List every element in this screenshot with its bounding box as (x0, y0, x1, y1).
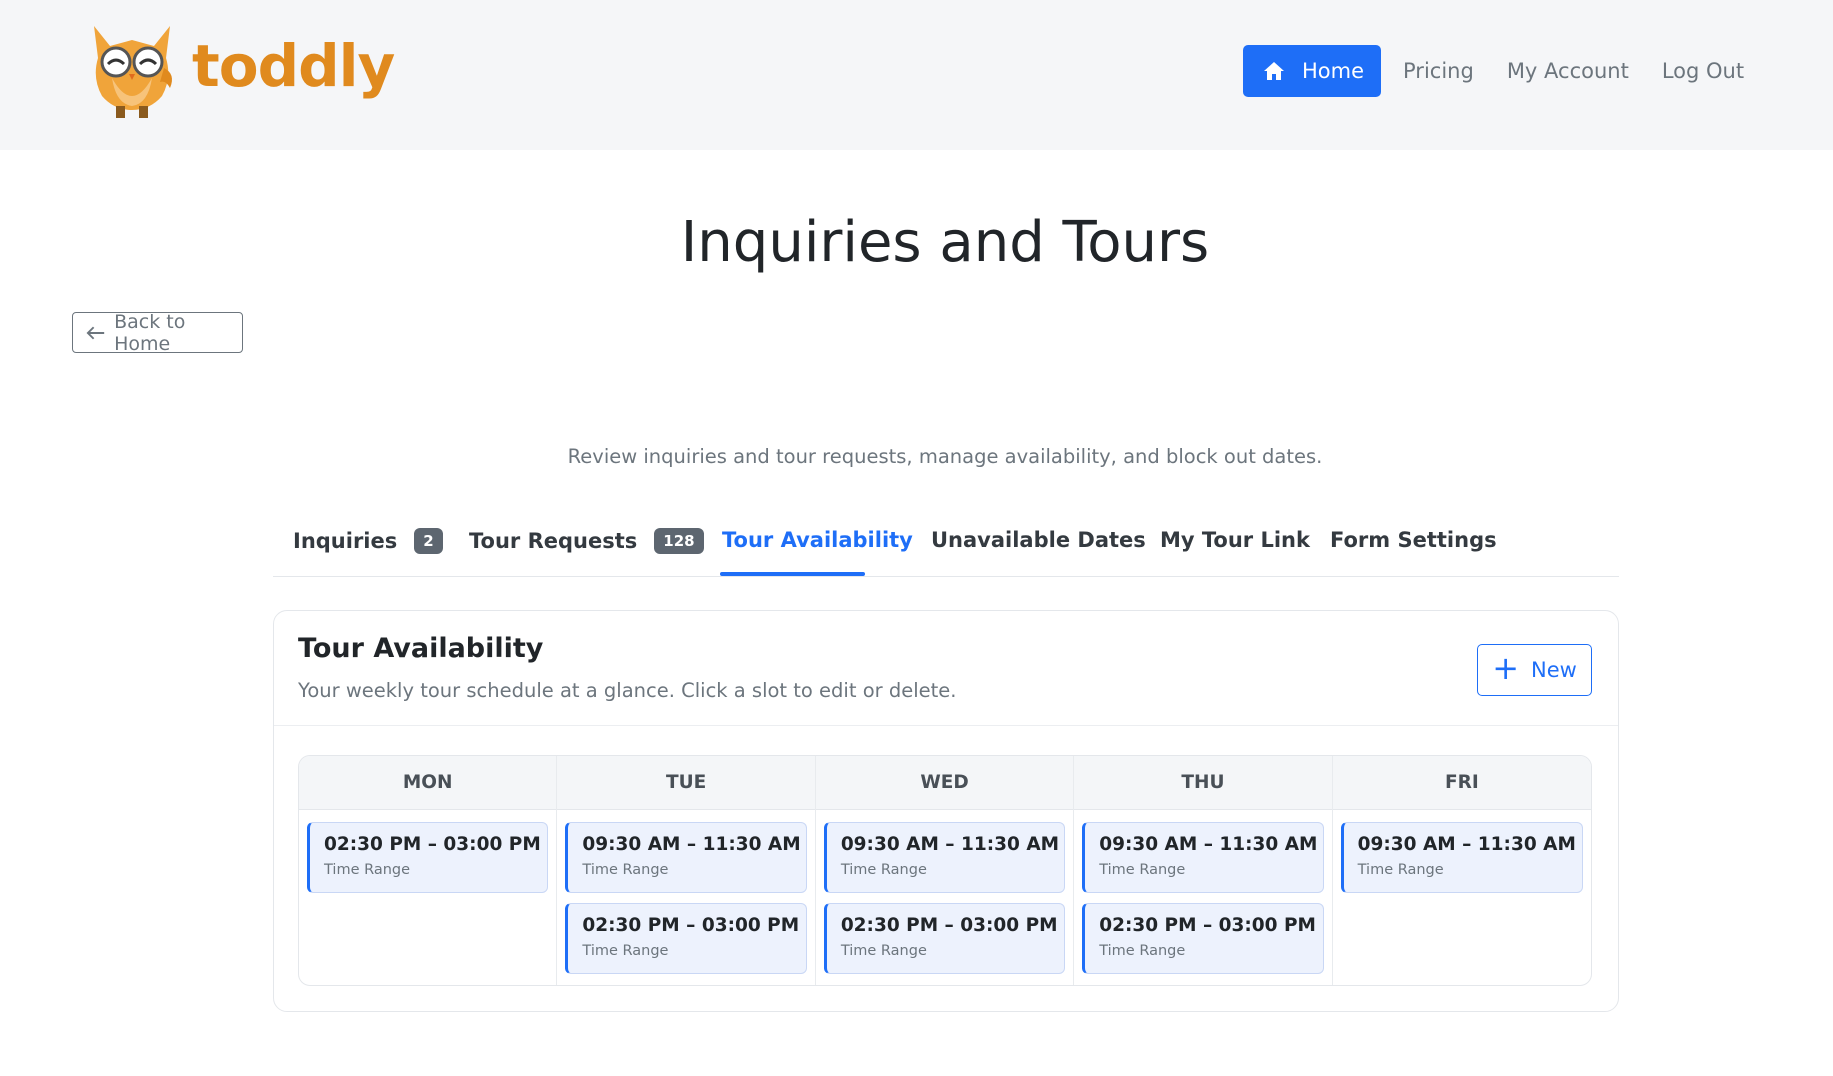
card-header: Tour Availability Your weekly tour sched… (274, 611, 1618, 726)
slot-type-label: Time Range (582, 943, 669, 959)
nav-home-label: Home (1302, 59, 1365, 83)
nav-home-button[interactable]: Home (1243, 45, 1382, 97)
slot-time: 09:30 AM – 11:30 AM (840, 834, 1060, 855)
tab-unavailable-dates-label: Unavailable Dates (931, 528, 1146, 552)
day-header: FRI (1332, 756, 1591, 810)
day-header: WED (815, 756, 1074, 810)
day-column-tue: TUE 09:30 AM – 11:30 AM Time Range 02:30… (557, 756, 816, 985)
tour-availability-card: Tour Availability Your weekly tour sched… (273, 610, 1619, 1012)
time-slot[interactable]: 02:30 PM – 03:00 PM Time Range (1082, 903, 1324, 974)
tab-inquiries-label: Inquiries (293, 529, 398, 553)
brand-logo[interactable]: toddly (86, 18, 395, 120)
tab-unavailable-dates[interactable]: Unavailable Dates (931, 528, 1146, 552)
slot-type-label: Time Range (1099, 862, 1186, 878)
slot-type-label: Time Range (1099, 943, 1186, 959)
nav-my-account-link[interactable]: My Account (1507, 59, 1629, 83)
time-slot[interactable]: 02:30 PM – 03:00 PM Time Range (307, 822, 549, 893)
day-column-fri: FRI 09:30 AM – 11:30 AM Time Range (1332, 756, 1591, 985)
nav-pricing-link[interactable]: Pricing (1403, 59, 1474, 83)
tab-my-tour-link-label: My Tour Link (1160, 528, 1310, 552)
tab-tour-requests[interactable]: Tour Requests 128 (469, 528, 704, 554)
back-to-home-button[interactable]: Back to Home (72, 310, 243, 355)
weekly-schedule-grid: MON 02:30 PM – 03:00 PM Time Range TUE 0… (298, 755, 1592, 986)
slot-time: 02:30 PM – 03:00 PM (324, 834, 541, 855)
slot-time: 02:30 PM – 03:00 PM (1099, 915, 1316, 936)
card-title: Tour Availability (298, 633, 544, 664)
tab-form-settings[interactable]: Form Settings (1330, 528, 1497, 552)
slot-time: 09:30 AM – 11:30 AM (1099, 834, 1318, 855)
inquiries-count-badge: 2 (414, 528, 443, 554)
day-column-mon: MON 02:30 PM – 03:00 PM Time Range (299, 756, 558, 985)
tab-tour-availability-label: Tour Availability (722, 528, 913, 552)
home-icon (1264, 62, 1284, 80)
plus-icon: + (1492, 649, 1519, 687)
arrow-left-icon (86, 326, 105, 339)
tab-tour-requests-label: Tour Requests (469, 529, 638, 553)
time-slot[interactable]: 09:30 AM – 11:30 AM Time Range (565, 822, 807, 893)
card-description: Your weekly tour schedule at a glance. C… (298, 679, 957, 702)
day-column-thu: THU 09:30 AM – 11:30 AM Time Range 02:30… (1074, 756, 1333, 985)
time-slot[interactable]: 02:30 PM – 03:00 PM Time Range (565, 903, 807, 974)
tab-tour-availability[interactable]: Tour Availability (722, 528, 913, 552)
day-header: MON (299, 756, 557, 810)
tab-inquiries[interactable]: Inquiries 2 (293, 528, 443, 554)
active-tab-indicator (720, 572, 865, 576)
day-column-wed: WED 09:30 AM – 11:30 AM Time Range 02:30… (815, 756, 1075, 985)
slot-time: 09:30 AM – 11:30 AM (582, 834, 801, 855)
tour-requests-count-badge: 128 (654, 528, 704, 554)
back-to-home-label: Back to Home (114, 310, 186, 355)
main-nav: Home Pricing My Account Log Out (1243, 45, 1744, 97)
brand-name: toddly (192, 32, 395, 100)
page-title: Inquiries and Tours (680, 210, 1210, 275)
time-slot[interactable]: 02:30 PM – 03:00 PM Time Range (823, 903, 1066, 974)
top-navbar: toddly Home Pricing My Account Log Out (0, 0, 1833, 150)
slot-time: 09:30 AM – 11:30 AM (1357, 834, 1576, 855)
time-slot[interactable]: 09:30 AM – 11:30 AM Time Range (1082, 822, 1324, 893)
tab-bar: Inquiries 2 Tour Requests 128 Tour Avail… (273, 512, 1619, 577)
nav-log-out-link[interactable]: Log Out (1662, 59, 1744, 83)
page-subtitle: Review inquiries and tour requests, mana… (567, 445, 1323, 468)
slot-type-label: Time Range (1357, 862, 1444, 878)
slot-type-label: Time Range (324, 862, 411, 878)
owl-logo-icon (94, 26, 172, 118)
slot-type-label: Time Range (582, 862, 669, 878)
new-slot-button[interactable]: + New (1477, 644, 1592, 696)
tab-my-tour-link[interactable]: My Tour Link (1160, 528, 1310, 552)
tab-form-settings-label: Form Settings (1330, 528, 1497, 552)
time-slot[interactable]: 09:30 AM – 11:30 AM Time Range (1340, 822, 1584, 893)
new-slot-label: New (1531, 658, 1577, 682)
slot-type-label: Time Range (840, 862, 927, 878)
slot-time: 02:30 PM – 03:00 PM (840, 915, 1058, 936)
slot-type-label: Time Range (840, 943, 927, 959)
slot-time: 02:30 PM – 03:00 PM (582, 915, 800, 936)
day-header: TUE (557, 756, 815, 810)
time-slot[interactable]: 09:30 AM – 11:30 AM Time Range (823, 822, 1066, 893)
day-header: THU (1074, 756, 1332, 810)
